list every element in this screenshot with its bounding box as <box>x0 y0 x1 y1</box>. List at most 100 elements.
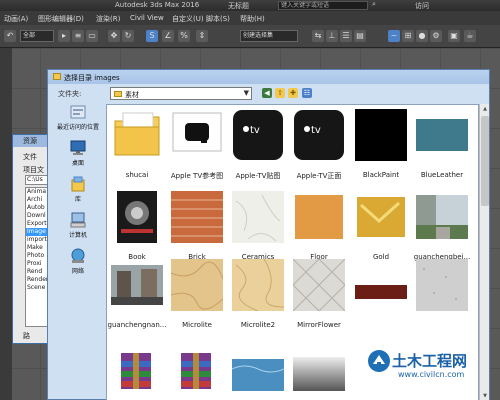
image-file-item[interactable]: Ceramics <box>228 191 288 261</box>
watermark: 土木工程网 www.civilcn.com <box>368 348 488 382</box>
material-editor-icon[interactable]: ● <box>416 30 428 42</box>
image-file-item[interactable]: Microlite <box>167 259 227 329</box>
look-in-label: 文件夹: <box>58 90 82 98</box>
image-file-item[interactable]: Book <box>107 191 167 261</box>
image-thumbnail <box>416 191 468 243</box>
angle-snap-icon[interactable]: ∠ <box>162 30 174 42</box>
image-thumbnail <box>171 339 223 391</box>
image-file-item[interactable]: BlueLeather <box>412 109 472 179</box>
menu-civil-view[interactable]: Civil View <box>130 14 164 22</box>
image-thumbnail <box>170 259 224 311</box>
render-setup-icon[interactable]: ⚙ <box>430 30 442 42</box>
select-object-icon[interactable]: ▸ <box>58 30 70 42</box>
image-file-item[interactable]: BlackPaint <box>351 109 411 179</box>
place-computer[interactable]: 计算机 <box>52 212 104 239</box>
file-name-label: MirrorFlower <box>297 321 341 329</box>
menu-help[interactable]: 帮助(H) <box>240 14 265 24</box>
menu-rendering[interactable]: 渲染(R) <box>96 14 120 24</box>
dialog-title: 选择目录 images <box>64 74 120 82</box>
image-thumbnail: tv <box>232 109 284 161</box>
image-file-item[interactable] <box>167 339 227 391</box>
mirror-icon[interactable]: ⇆ <box>312 30 324 42</box>
image-file-item[interactable] <box>351 259 411 311</box>
image-thumbnail <box>111 191 163 243</box>
scrollbar-thumb[interactable] <box>481 116 489 206</box>
menu-graph-editors[interactable]: 图形编辑器(D) <box>38 14 84 24</box>
select-by-name-icon[interactable]: ≡ <box>72 30 84 42</box>
render-icon[interactable]: ☕ <box>464 30 476 42</box>
image-file-item[interactable]: Apple TV参考图 <box>167 109 227 181</box>
image-file-item[interactable] <box>107 339 167 391</box>
snap-toggle-icon[interactable]: S <box>146 30 158 42</box>
image-file-item[interactable]: tv Apple-TV贴图 <box>228 109 288 181</box>
image-file-item[interactable] <box>228 339 288 391</box>
place-recent[interactable]: 最近访问的位置 <box>52 104 104 131</box>
new-folder-icon[interactable]: ✚ <box>288 88 298 98</box>
library-icon <box>69 176 87 192</box>
selection-set-dropdown[interactable]: 创建选择集 <box>240 30 298 42</box>
percent-snap-icon[interactable]: % <box>178 30 190 42</box>
app-title: Autodesk 3ds Max 2016 <box>115 1 200 9</box>
folder-item[interactable]: shucai <box>107 109 167 179</box>
image-thumbnail <box>293 339 345 391</box>
place-label: 最近访问的位置 <box>56 124 99 131</box>
image-file-item[interactable] <box>412 259 472 311</box>
place-label: 桌面 <box>71 160 84 167</box>
ribbon-icon[interactable]: ▤ <box>354 30 366 42</box>
image-file-item[interactable]: MirrorFlower <box>289 258 349 329</box>
place-label: 库 <box>74 196 81 203</box>
schematic-icon[interactable]: ⊞ <box>402 30 414 42</box>
file-name-label: BlackPaint <box>362 171 400 179</box>
image-thumbnail <box>293 191 345 243</box>
file-name-label: Microlite <box>182 321 212 329</box>
place-library[interactable]: 库 <box>52 176 104 203</box>
menu-scripting[interactable]: 脚本(S) <box>206 14 230 24</box>
layer-icon[interactable]: ☰ <box>340 30 352 42</box>
user-signin[interactable]: 访问 <box>415 1 429 11</box>
move-icon[interactable]: ✥ <box>108 30 120 42</box>
asset-file-label: 文件 <box>23 153 37 161</box>
back-icon[interactable]: ◀ <box>262 88 272 98</box>
image-file-item[interactable]: Floor <box>289 191 349 261</box>
main-toolbar: ↶ 全部 ▸ ≡ ▭ ✥ ↻ S ∠ % ⇕ 创建选择集 ⇆ ⊥ ☰ ▤ ~ ⊞… <box>0 25 500 48</box>
image-file-item[interactable]: Brick <box>167 191 227 261</box>
image-file-item[interactable]: guanchengbei... <box>412 191 472 261</box>
scroll-up-icon[interactable]: ▲ <box>481 105 489 113</box>
scope-dropdown[interactable]: 全部 <box>20 30 54 42</box>
image-thumbnail: tv <box>293 109 345 161</box>
curve-editor-icon[interactable]: ~ <box>388 30 400 42</box>
view-menu-icon[interactable]: ☷ <box>302 88 312 98</box>
look-in-value: 素材 <box>125 91 139 99</box>
scroll-down-icon[interactable]: ▼ <box>481 392 489 400</box>
rect-select-icon[interactable]: ▭ <box>86 30 98 42</box>
menu-animation[interactable]: 动画(A) <box>4 14 28 24</box>
place-label: 计算机 <box>68 232 87 239</box>
image-file-item[interactable]: tv Apple-TV正面 <box>289 109 349 181</box>
spinner-snap-icon[interactable]: ⇕ <box>196 30 208 42</box>
place-label: 网络 <box>71 268 84 275</box>
rotate-icon[interactable]: ↻ <box>122 30 134 42</box>
image-thumbnail <box>171 109 223 161</box>
align-icon[interactable]: ⊥ <box>326 30 338 42</box>
viewport-side-strip <box>0 48 12 400</box>
place-desktop[interactable]: 桌面 <box>52 140 104 167</box>
image-thumbnail <box>232 258 285 312</box>
image-file-item[interactable]: Gold <box>351 191 411 261</box>
search-input[interactable]: 键入关键字或短语 <box>278 1 368 10</box>
up-folder-icon[interactable]: ⇧ <box>275 88 285 98</box>
file-name-label: BlueLeather <box>420 171 464 179</box>
image-file-item[interactable]: Microlite2 <box>228 258 288 329</box>
file-name-label: Apple TV参考图 <box>170 172 224 180</box>
search-icon[interactable]: ⌕ <box>372 0 376 9</box>
watermark-title: 土木工程网 <box>392 352 468 370</box>
undo-icon[interactable]: ↶ <box>4 30 16 42</box>
image-file-item[interactable]: guanchengnan... <box>107 259 167 329</box>
render-frame-icon[interactable]: ▣ <box>448 30 460 42</box>
dialog-title-bar: 选择目录 images <box>48 70 489 84</box>
place-network[interactable]: 网络 <box>52 248 104 275</box>
image-thumbnail <box>232 191 284 243</box>
chevron-down-icon[interactable]: ▼ <box>244 89 249 97</box>
image-file-item[interactable] <box>289 339 349 391</box>
menu-customize[interactable]: 自定义(U) <box>172 14 204 24</box>
look-in-dropdown[interactable]: 素材 ▼ <box>110 87 252 100</box>
